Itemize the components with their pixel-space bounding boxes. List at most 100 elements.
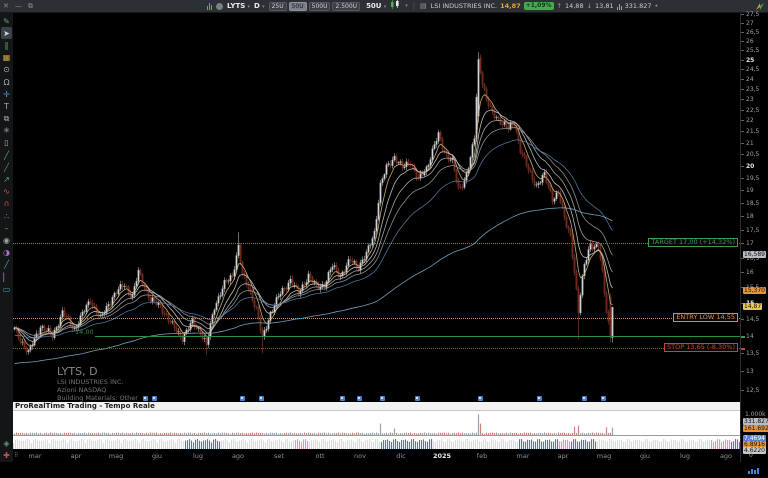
price-tick: 22 xyxy=(746,117,754,124)
arrow-up-icon[interactable]: ↗ xyxy=(1,173,12,185)
month-label: feb xyxy=(477,452,487,460)
month-label: mar xyxy=(29,452,42,460)
dash-tool-icon[interactable]: – xyxy=(1,222,12,234)
chart-bars-icon[interactable] xyxy=(207,2,212,10)
text-tool-icon[interactable]: T xyxy=(1,100,12,112)
news-marker-icon[interactable] xyxy=(582,396,587,401)
axis-price-badge: 14,87 xyxy=(743,303,762,310)
price-tick: 18,5 xyxy=(746,200,759,207)
date-axis[interactable]: ⠿ maraprmaggiulugagosetottnovdic2025febm… xyxy=(13,449,740,462)
level-label-entry[interactable]: ENTRY LOW 14,55 xyxy=(673,313,738,322)
month-label: lug xyxy=(680,452,690,460)
price-axis[interactable]: 27,52726,52625,52524,52423,52322,52221,5… xyxy=(740,13,768,462)
level-line-14,00 xyxy=(95,336,740,337)
axis-price-badge: 16,589 xyxy=(743,251,766,258)
vertical-line-icon[interactable]: ▏ xyxy=(1,271,12,283)
move-icon[interactable]: ✛ xyxy=(1,88,12,100)
unit-button-500u[interactable]: 500U xyxy=(309,2,331,11)
price-tick: 14,5 xyxy=(746,316,759,323)
news-marker-icon[interactable] xyxy=(601,396,606,401)
news-marker-icon[interactable] xyxy=(380,396,385,401)
news-marker-icon[interactable] xyxy=(259,396,264,401)
news-marker-icon[interactable] xyxy=(340,396,345,401)
volume-bars-icon xyxy=(617,2,622,10)
history-navigator[interactable] xyxy=(13,435,740,449)
volume-pane xyxy=(13,411,740,435)
axis-price-badge: 15,370 xyxy=(743,287,766,294)
ray-line-icon[interactable]: ╱ xyxy=(1,161,12,173)
minimize-icon[interactable]: — xyxy=(15,0,22,12)
price-tick: 17 xyxy=(746,240,754,247)
level-line-stop xyxy=(13,348,740,349)
month-label: apr xyxy=(558,452,569,460)
volume-axis-tick: 1.000k xyxy=(745,411,766,418)
price-tick-dash xyxy=(741,41,744,42)
unit-button-50u[interactable]: 50U xyxy=(289,2,307,11)
news-marker-icon[interactable] xyxy=(415,396,420,401)
day-high: 14,88 xyxy=(565,0,584,12)
color-picker-icon[interactable]: ◑ xyxy=(1,247,12,259)
price-tick: 18 xyxy=(746,213,754,220)
level-label-target[interactable]: TARGET 17,00 (+14,32%) xyxy=(648,238,738,247)
axis-grip-icon[interactable]: ⠿ xyxy=(14,452,18,459)
chart-edit-icon[interactable]: ▦ xyxy=(1,52,12,64)
watchlist-icon[interactable]: ▤ xyxy=(420,0,427,12)
bars-count-dropdown[interactable]: 50U ▾ xyxy=(366,0,386,13)
maximize-icon[interactable]: ⧉ xyxy=(28,0,33,12)
copy-icon[interactable]: ⧉ xyxy=(1,113,12,125)
unit-button-25u[interactable]: 25U xyxy=(269,2,287,11)
indicator-wave-icon[interactable]: ∿ xyxy=(1,186,12,198)
close-icon[interactable]: ✕ xyxy=(3,0,9,12)
magnet-icon[interactable]: ∩ xyxy=(1,198,12,210)
parallel-lines-icon[interactable]: ∥ xyxy=(1,39,12,51)
chart-type-icon[interactable] xyxy=(390,0,401,13)
price-tick: 21 xyxy=(746,140,754,147)
nodes-icon[interactable]: ∴ xyxy=(1,210,12,222)
rectangle-tool-icon[interactable]: ▭ xyxy=(1,283,12,295)
chart-type-caret[interactable]: ▾ xyxy=(405,0,408,12)
news-marker-icon[interactable] xyxy=(537,396,542,401)
trash-icon[interactable]: ▯ xyxy=(1,137,12,149)
news-marker-icon[interactable] xyxy=(152,396,157,401)
price-tick: 19 xyxy=(746,187,754,194)
price-tick: 12,5 xyxy=(746,387,759,394)
price-tick-dash xyxy=(741,230,744,231)
zoom-icon[interactable]: ⊙ xyxy=(1,64,12,76)
trendline-icon[interactable]: ╱ xyxy=(1,149,12,161)
navigator-zero-label: 0 xyxy=(749,452,753,459)
palette-icon[interactable]: ✚ xyxy=(1,450,12,462)
price-chart-pane[interactable]: LYTS, D LSI INDUSTRIES INC. Azioni NASDA… xyxy=(13,13,740,402)
price-tick-dash xyxy=(741,120,744,121)
news-marker-icon[interactable] xyxy=(240,396,245,401)
month-label: apr xyxy=(71,452,82,460)
month-label: giu xyxy=(640,452,650,460)
timeframe-dropdown[interactable]: D ▾ xyxy=(254,0,265,13)
news-marker-icon[interactable] xyxy=(143,396,148,401)
profile-icon[interactable] xyxy=(216,3,223,10)
month-label: nov xyxy=(354,452,366,460)
segment-icon[interactable]: ╱ xyxy=(1,259,12,271)
price-tick: 23,5 xyxy=(746,86,759,93)
price-tick-dash xyxy=(741,390,744,391)
unit-button-2.500u[interactable]: 2.500U xyxy=(332,2,360,11)
price-tick-dash xyxy=(741,69,744,70)
level-label-14_00[interactable]: 14,00 xyxy=(75,328,94,336)
high-arrow-icon: ↑ xyxy=(557,0,562,12)
price-tick: 25 xyxy=(746,57,754,64)
candlestick-plot xyxy=(13,13,740,402)
news-marker-icon[interactable] xyxy=(357,396,362,401)
panel-icon[interactable]: ◈ xyxy=(1,438,12,450)
draw-pencil-icon[interactable]: ✎ xyxy=(1,15,12,27)
target-icon[interactable]: ◉ xyxy=(1,234,12,246)
price-tick-dash xyxy=(741,166,744,167)
symbol-dropdown[interactable]: LYTS ▾ xyxy=(227,0,250,13)
cursor-icon[interactable]: ➤ xyxy=(1,27,12,39)
price-tick-dash xyxy=(741,203,744,204)
settings-asterisk-icon[interactable]: ✳ xyxy=(1,125,12,137)
price-tick-dash xyxy=(741,272,744,273)
month-label: ago xyxy=(232,452,244,460)
level-label-stop[interactable]: STOP 13,65 (-8,30%) xyxy=(664,343,738,352)
alert-bell-icon[interactable]: Ω xyxy=(1,76,12,88)
news-marker-icon[interactable] xyxy=(478,396,483,401)
month-label: giu xyxy=(152,452,162,460)
